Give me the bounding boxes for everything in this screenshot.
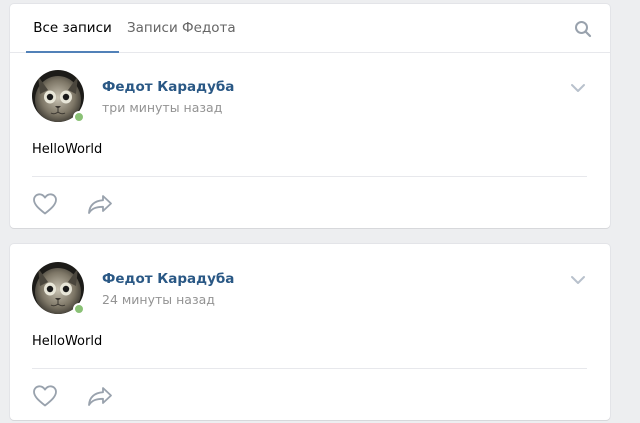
post-divider (32, 176, 587, 177)
chevron-down-icon[interactable] (570, 274, 586, 286)
post-time[interactable]: три минуты назад (102, 100, 222, 115)
share-arrow-icon[interactable] (86, 385, 114, 407)
search-icon[interactable] (574, 20, 592, 38)
online-indicator (73, 303, 85, 315)
post-text: HelloWorld (32, 142, 103, 157)
tab-author-posts[interactable]: Записи Федота (127, 4, 236, 52)
heart-icon[interactable] (32, 384, 58, 408)
online-indicator (73, 111, 85, 123)
wall-tabs: Все записи Записи Федота (10, 4, 610, 53)
feed-card-1: Все записи Записи Федота Федот Карадуба (10, 4, 610, 228)
post-author[interactable]: Федот Карадуба (102, 79, 234, 95)
post-time[interactable]: 24 минуты назад (102, 292, 215, 307)
chevron-down-icon[interactable] (570, 82, 586, 94)
post-divider (32, 368, 587, 369)
post-author[interactable]: Федот Карадуба (102, 271, 234, 287)
tab-all-posts[interactable]: Все записи (26, 4, 119, 53)
post-text: HelloWorld (32, 334, 103, 349)
heart-icon[interactable] (32, 192, 58, 216)
share-arrow-icon[interactable] (86, 193, 114, 215)
feed-card-2: Федот Карадуба 24 минуты назад HelloWorl… (10, 244, 610, 420)
